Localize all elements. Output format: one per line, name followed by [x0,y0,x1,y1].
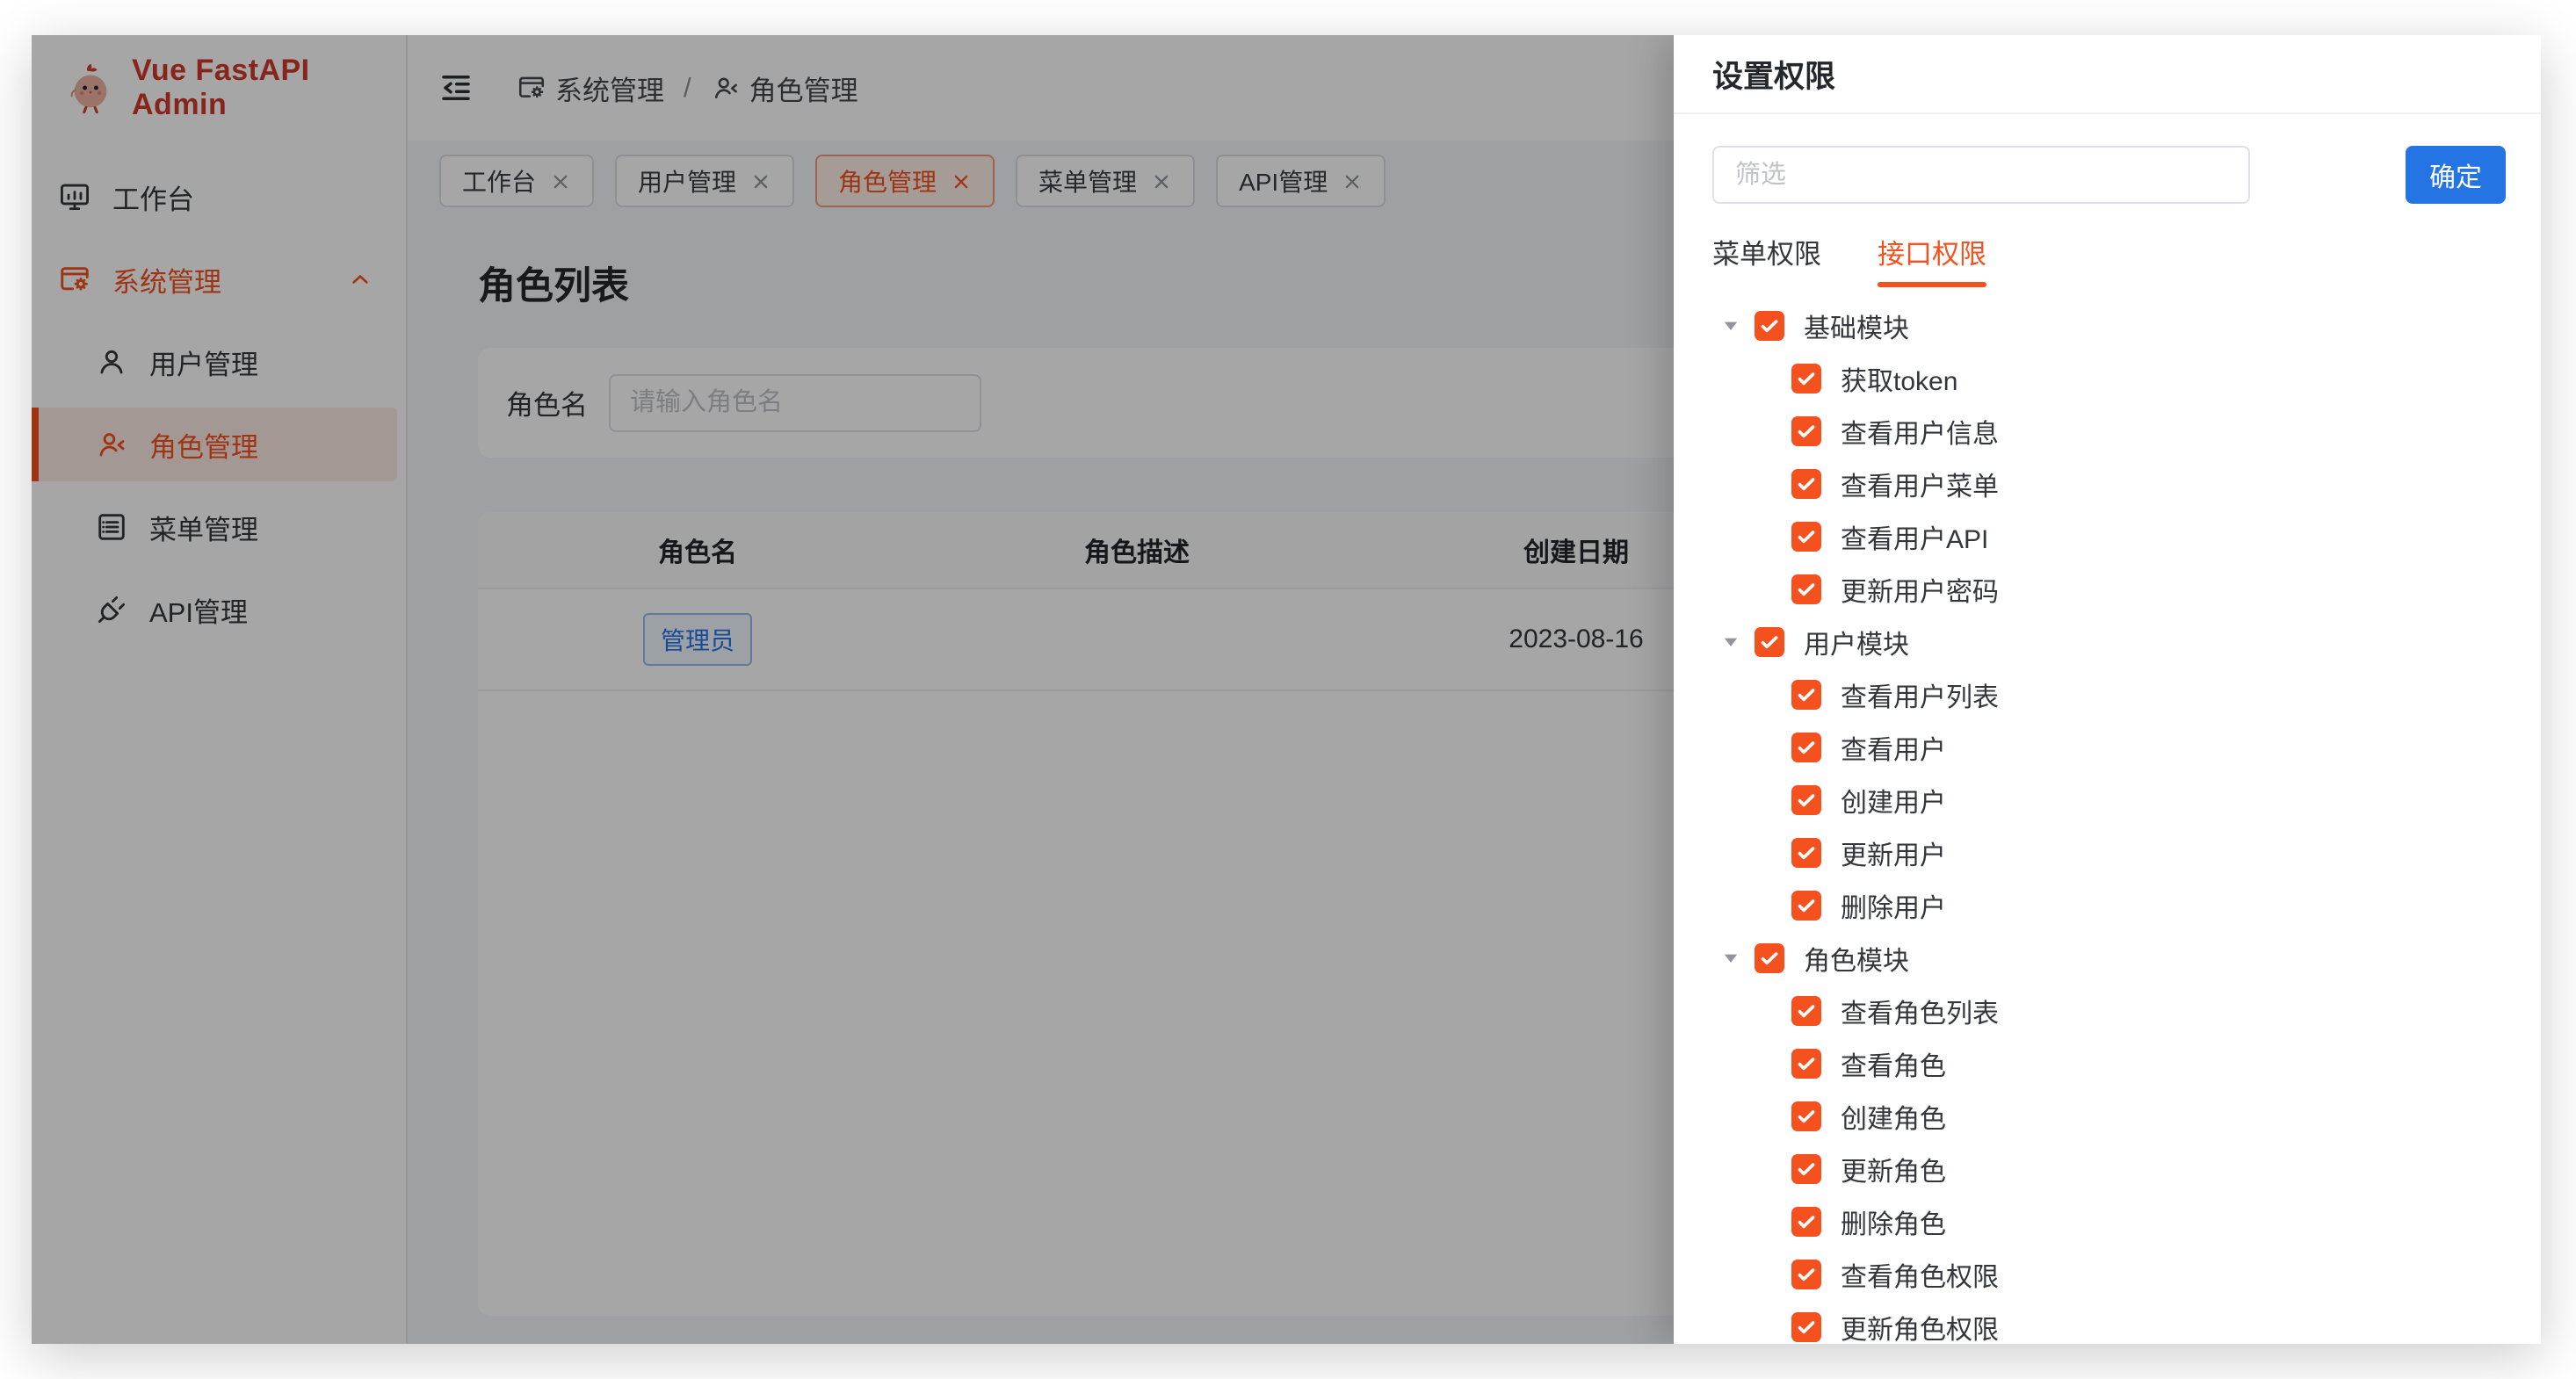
tree-node-查看角色[interactable]: 查看角色 [1791,1037,2506,1090]
tree-node-label: 查看用户 [1841,728,1946,767]
tree-node-删除用户[interactable]: 删除用户 [1791,879,2506,932]
tree-node-查看用户API[interactable]: 查看用户API [1791,510,2506,563]
tree-node-label: 获取token [1841,359,1957,398]
confirm-button[interactable]: 确定 [2406,146,2506,204]
app-window: Vue FastAPI Admin 工作台系统管理用户管理角色管理菜单管理API… [32,35,2541,1344]
tree-node-label: 删除角色 [1841,1202,1946,1241]
checkbox-checked[interactable] [1791,522,1821,552]
permission-tab-菜单权限[interactable]: 菜单权限 [1712,232,1821,287]
checkbox-checked[interactable] [1755,311,1784,341]
caret-down-icon [1719,631,1742,653]
permission-tabs: 菜单权限 接口权限 [1712,232,2506,287]
tree-node-label: 角色模块 [1804,939,1909,978]
permission-tab-接口权限[interactable]: 接口权限 [1878,232,1986,287]
drawer-body: 确定 菜单权限 接口权限 基础模块获取token 查看用户信息查看用户菜单查看用户A… [1674,114,2541,1344]
checkbox-checked[interactable] [1755,627,1784,657]
tree-node-更新角色权限[interactable]: 更新角色权限 [1791,1301,2506,1344]
checkbox-checked[interactable] [1791,1049,1821,1079]
tree-node-label: 更新用户 [1841,834,1946,872]
tree-node-label: 查看角色 [1841,1044,1946,1083]
tree-node-查看用户列表[interactable]: 查看用户列表 [1791,668,2506,721]
permission-filter-input[interactable] [1712,146,2250,204]
caret-down-icon [1719,947,1742,970]
tree-node-查看角色列表[interactable]: 查看角色列表 [1791,985,2506,1037]
set-permissions-drawer: 设置权限 确定 菜单权限接口权限 基础模块获取token查看用户信息查看用户菜单… [1674,35,2541,1344]
drawer-toolbar: 确定 [1712,146,2506,204]
checkbox-checked[interactable] [1791,574,1821,604]
checkbox-checked[interactable] [1791,1260,1821,1289]
checkbox-checked[interactable] [1791,733,1821,762]
checkbox-checked[interactable] [1791,891,1821,921]
checkbox-checked[interactable] [1791,364,1821,393]
tree-node-label: 删除用户 [1841,886,1946,925]
tree-node-label: 基础模块 [1804,307,1909,345]
tree-node-label: 查看角色权限 [1841,1255,1999,1294]
tree-node-用户模块[interactable]: 用户模块 [1719,616,2506,668]
tree-node-label: 查看用户列表 [1841,675,1999,714]
checkbox-checked[interactable] [1755,943,1784,973]
checkbox-checked[interactable] [1791,1154,1821,1184]
page-background: Vue FastAPI Admin 工作台系统管理用户管理角色管理菜单管理API… [0,0,2576,1379]
tree-node-更新角色[interactable]: 更新角色 [1791,1143,2506,1195]
checkbox-checked[interactable] [1791,469,1821,499]
checkbox-checked[interactable] [1791,996,1821,1026]
tree-node-角色模块[interactable]: 角色模块 [1719,932,2506,985]
tree-node-更新用户[interactable]: 更新用户 [1791,827,2506,879]
tree-node-创建角色[interactable]: 创建角色 [1791,1090,2506,1143]
checkbox-checked[interactable] [1791,838,1821,868]
tree-node-label: 更新角色权限 [1841,1308,1999,1344]
tree-node-创建用户[interactable]: 创建用户 [1791,774,2506,827]
checkbox-checked[interactable] [1791,680,1821,710]
tree-node-label: 查看用户API [1841,517,1988,556]
checkbox-checked[interactable] [1791,785,1821,815]
checkbox-checked[interactable] [1791,1312,1821,1342]
permission-tree: 基础模块获取token 查看用户信息查看用户菜单查看用户API 更新用户密码用户模块… [1712,300,2506,1344]
tree-node-label: 更新用户密码 [1841,570,1999,609]
tree-node-label: 查看用户信息 [1841,412,1999,451]
tree-node-label: 创建角色 [1841,1097,1946,1136]
checkbox-checked[interactable] [1791,1207,1821,1237]
tree-node-label: 查看用户菜单 [1841,465,1999,503]
checkbox-checked[interactable] [1791,1101,1821,1131]
tree-node-label: 用户模块 [1804,623,1909,661]
tree-node-label: 更新角色 [1841,1150,1946,1188]
tree-node-查看用户信息[interactable]: 查看用户信息 [1791,405,2506,458]
tree-node-label: 查看角色列表 [1841,992,1999,1030]
caret-down-icon [1719,314,1742,337]
tree-node-获取token[interactable]: 获取token [1791,352,2506,405]
checkbox-checked[interactable] [1791,416,1821,446]
drawer-title: 设置权限 [1674,35,2541,114]
tree-node-基础模块[interactable]: 基础模块 [1719,300,2506,352]
tree-node-查看用户[interactable]: 查看用户 [1791,721,2506,774]
tree-node-查看用户菜单[interactable]: 查看用户菜单 [1791,458,2506,510]
tree-node-删除角色[interactable]: 删除角色 [1791,1195,2506,1248]
tree-node-更新用户密码[interactable]: 更新用户密码 [1791,563,2506,616]
tree-node-label: 创建用户 [1841,781,1946,819]
tree-node-查看角色权限[interactable]: 查看角色权限 [1791,1248,2506,1301]
